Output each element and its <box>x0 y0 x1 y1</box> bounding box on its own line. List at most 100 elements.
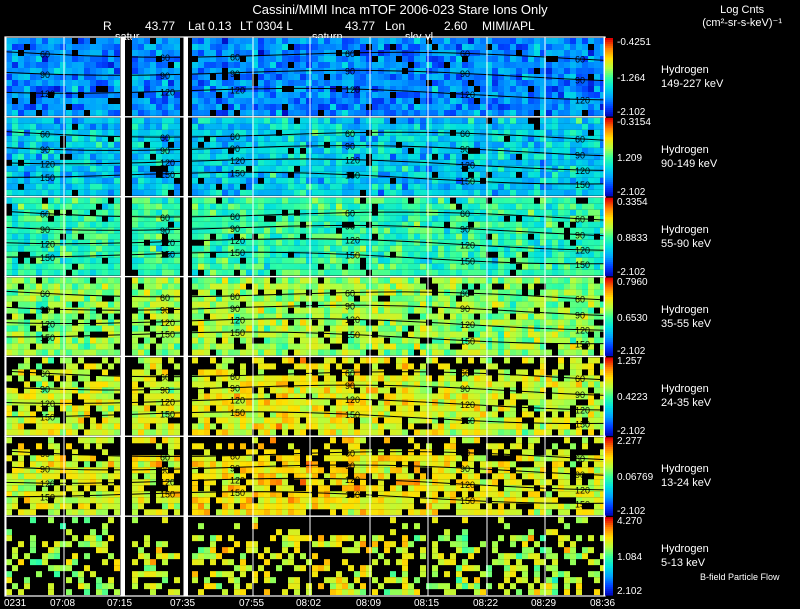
heatmap-cell <box>12 197 18 204</box>
heatmap-cell <box>480 189 486 196</box>
heatmap-cell <box>372 245 378 252</box>
heatmap-cell <box>30 80 36 86</box>
heatmap-cell <box>258 189 264 196</box>
heatmap-cell <box>156 44 162 50</box>
heatmap-cell <box>288 56 294 62</box>
heatmap-cell <box>264 110 270 116</box>
heatmap-cell <box>264 38 270 44</box>
heatmap-cell <box>402 325 408 332</box>
heatmap-cell <box>270 197 276 204</box>
heatmap-cell <box>564 68 570 74</box>
heatmap-cell <box>54 80 60 86</box>
heatmap-cell <box>174 68 180 74</box>
heatmap-cell <box>162 110 168 116</box>
heatmap-cell <box>552 38 558 44</box>
heatmap-cell <box>546 239 552 246</box>
heatmap-cell <box>288 245 294 252</box>
contour-label: 90 <box>460 224 470 234</box>
heatmap-cell <box>288 325 294 332</box>
heatmap-cell <box>594 203 600 210</box>
heatmap-cell <box>18 337 24 344</box>
heatmap-cell <box>144 221 150 228</box>
heatmap-cell <box>204 110 210 116</box>
heatmap-cell <box>366 227 372 234</box>
heatmap-cell <box>420 153 426 160</box>
heatmap-cell <box>234 117 240 124</box>
heatmap-cell <box>264 337 270 344</box>
heatmap-cell <box>324 203 330 210</box>
heatmap-cell <box>432 104 438 110</box>
heatmap-cell <box>210 183 216 190</box>
heatmap-cell <box>198 203 204 210</box>
heatmap-cell <box>414 197 420 204</box>
heatmap-cell <box>96 239 102 246</box>
heatmap-cell <box>216 86 222 92</box>
heatmap-cell <box>534 221 540 228</box>
heatmap-cell <box>294 325 300 332</box>
heatmap-cell <box>240 203 246 210</box>
heatmap-cell <box>318 337 324 344</box>
heatmap-cell <box>276 337 282 344</box>
heatmap-cell <box>480 295 486 302</box>
heatmap-cell <box>282 98 288 104</box>
heatmap-cell <box>360 221 366 228</box>
heatmap-cell <box>522 86 528 92</box>
heatmap-cell <box>102 159 108 166</box>
heatmap-cell <box>30 153 36 160</box>
heatmap-cell <box>438 307 444 314</box>
heatmap-cell <box>288 80 294 86</box>
heatmap-cell <box>324 80 330 86</box>
heatmap-cell <box>462 349 468 356</box>
heatmap-cell <box>546 177 552 184</box>
heatmap-cell <box>450 221 456 228</box>
heatmap-cell <box>270 74 276 80</box>
heatmap-cell <box>552 233 558 240</box>
heatmap-cell <box>264 104 270 110</box>
heatmap-cell <box>6 117 12 124</box>
heatmap-cell <box>72 277 78 284</box>
heatmap-cell <box>510 239 516 246</box>
heatmap-cell <box>312 117 318 124</box>
heatmap-cell <box>222 313 228 320</box>
heatmap-cell <box>390 98 396 104</box>
heatmap-cell <box>264 227 270 234</box>
heatmap-cell <box>450 44 456 50</box>
heatmap-cell <box>150 307 156 314</box>
heatmap-cell <box>204 245 210 252</box>
heatmap-cell <box>390 349 396 356</box>
heatmap-cell <box>360 183 366 190</box>
heatmap-cell <box>564 251 570 258</box>
heatmap-cell <box>522 110 528 116</box>
heatmap-cell <box>96 289 102 296</box>
heatmap-cell <box>480 153 486 160</box>
heatmap-cell <box>360 295 366 302</box>
heatmap-cell <box>48 110 54 116</box>
heatmap-cell <box>336 62 342 68</box>
heatmap-cell <box>558 263 564 270</box>
heatmap-cell <box>204 183 210 190</box>
heatmap-cell <box>360 283 366 290</box>
heatmap-cell <box>330 203 336 210</box>
heatmap-cell <box>72 141 78 148</box>
heatmap-cell <box>450 283 456 290</box>
heatmap-cell <box>408 104 414 110</box>
heatmap-cell <box>264 349 270 356</box>
heatmap-cell <box>78 104 84 110</box>
heatmap-cell <box>72 110 78 116</box>
heatmap-cell <box>444 277 450 284</box>
heatmap-cell <box>408 92 414 98</box>
heatmap-cell <box>300 135 306 142</box>
heatmap-cell <box>300 307 306 314</box>
heatmap-cell <box>138 80 144 86</box>
heatmap-cell <box>318 117 324 124</box>
heatmap-cell <box>258 343 264 350</box>
heatmap-cell <box>84 153 90 160</box>
heatmap-cell <box>72 86 78 92</box>
heatmap-cell <box>156 277 162 284</box>
heatmap-cell <box>372 147 378 154</box>
heatmap-cell <box>114 50 120 56</box>
heatmap-cell <box>360 269 366 276</box>
heatmap-cell <box>348 263 354 270</box>
heatmap-cell <box>516 110 522 116</box>
heatmap-cell <box>150 263 156 270</box>
